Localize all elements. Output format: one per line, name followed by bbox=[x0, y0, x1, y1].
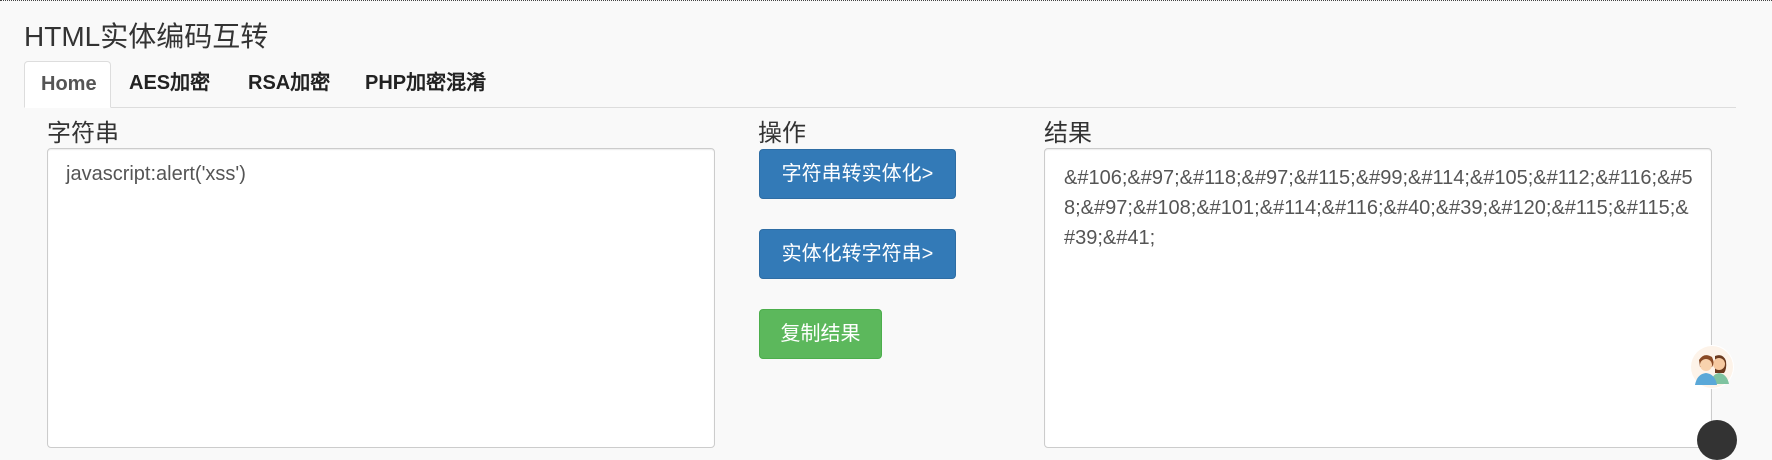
tab-home[interactable]: Home bbox=[24, 61, 111, 108]
users-avatar-icon[interactable] bbox=[1689, 344, 1735, 390]
result-label: 结果 bbox=[1044, 120, 1092, 147]
to-entity-button[interactable]: 字符串转实体化> bbox=[759, 149, 956, 199]
input-textarea[interactable]: javascript:alert('xss') bbox=[47, 148, 715, 448]
input-value: javascript:alert('xss') bbox=[66, 163, 246, 185]
result-value: &#106;&#97;&#118;&#97;&#115;&#99;&#114;&… bbox=[1064, 167, 1693, 249]
page-title: HTML实体编码互转 bbox=[24, 21, 269, 52]
result-textarea[interactable]: &#106;&#97;&#118;&#97;&#115;&#99;&#114;&… bbox=[1044, 148, 1712, 448]
tab-aes[interactable]: AES加密 bbox=[113, 61, 226, 105]
copy-result-button[interactable]: 复制结果 bbox=[759, 309, 882, 359]
top-dotted-border bbox=[0, 0, 1772, 1]
floating-circle-button[interactable] bbox=[1697, 420, 1737, 460]
tab-rsa[interactable]: RSA加密 bbox=[232, 61, 346, 105]
to-string-button[interactable]: 实体化转字符串> bbox=[759, 229, 956, 279]
actions-label: 操作 bbox=[758, 120, 806, 147]
tab-php[interactable]: PHP加密混淆 bbox=[349, 61, 502, 105]
input-label: 字符串 bbox=[47, 120, 119, 147]
nav-tabs: Home AES加密 RSA加密 PHP加密混淆 bbox=[24, 61, 1736, 108]
